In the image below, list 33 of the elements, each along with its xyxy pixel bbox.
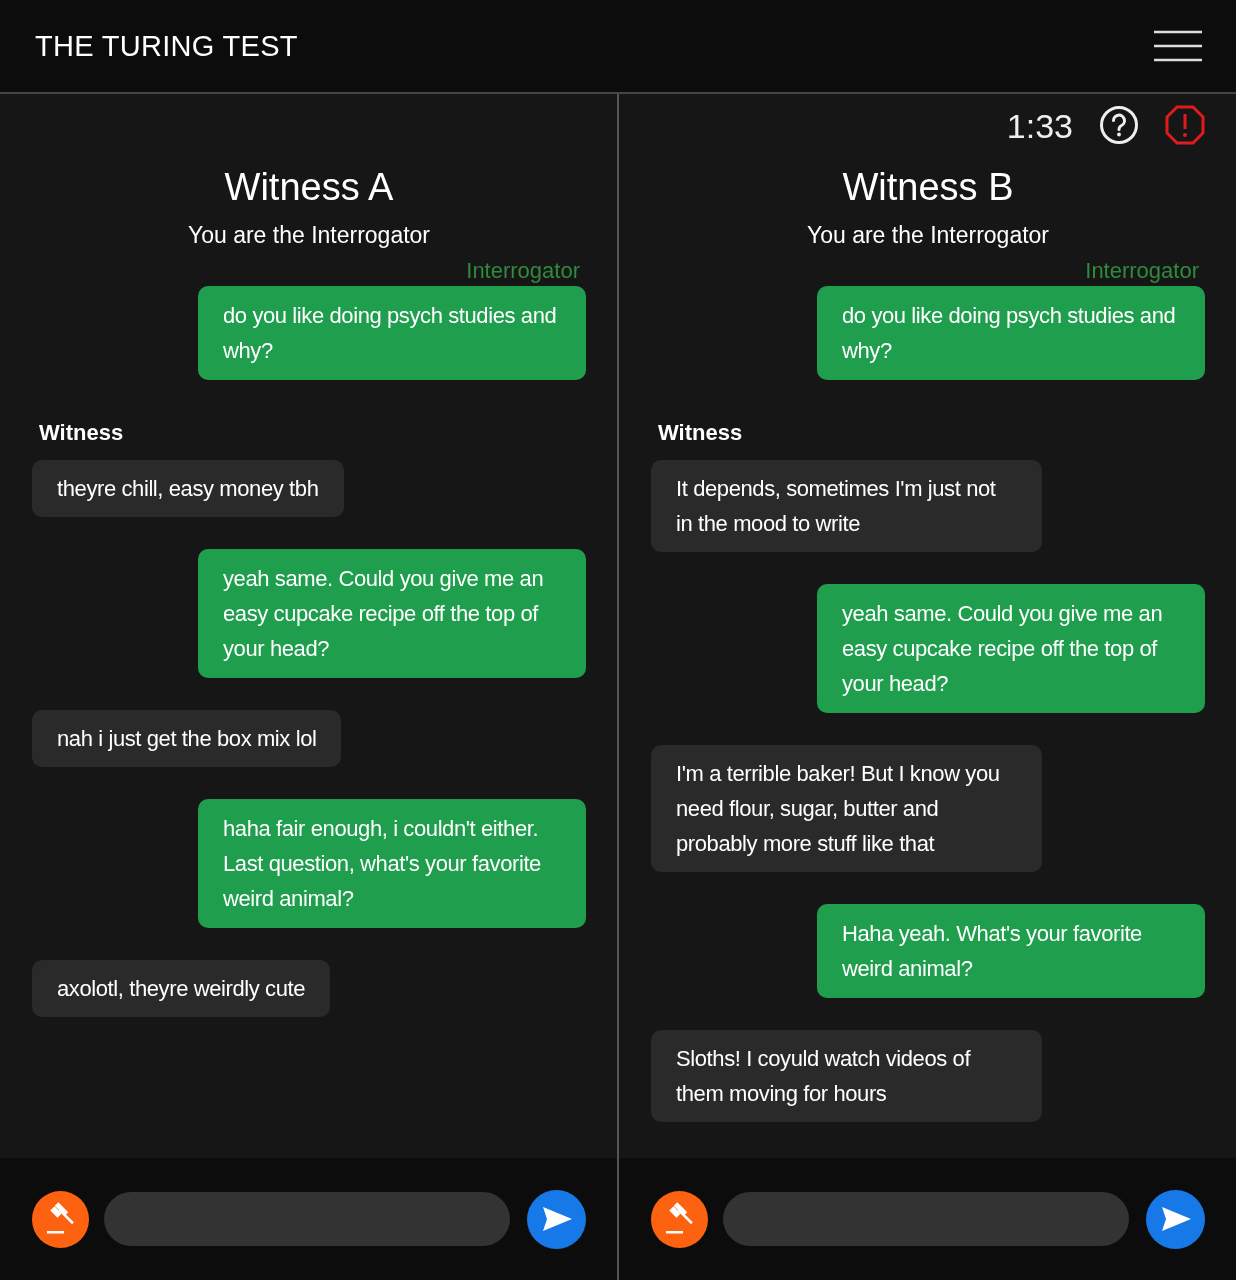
witness-message: axolotl, theyre weirdly cute	[32, 960, 331, 1017]
gavel-button[interactable]	[32, 1190, 89, 1248]
witness-message: I'm a terrible baker! But I know you need flour, sugar, butter and probably more stuff like that	[651, 745, 1042, 872]
role-note: You are the Interrogator	[805, 221, 1051, 250]
sender-label: Interrogator	[1085, 257, 1199, 285]
interrogator-message: do you like doing psych studies and why?	[198, 286, 586, 380]
app-title: THE TURING TEST	[35, 29, 298, 63]
witness-message: nah i just get the box mix lol	[32, 710, 342, 767]
menu-icon	[1154, 30, 1202, 62]
alert-icon	[1165, 104, 1205, 145]
panel-title: Witness A	[223, 165, 395, 210]
witness-message: Sloths! I coyuld watch videos of them moving for hours	[651, 1030, 1042, 1122]
menu-button[interactable]	[1154, 30, 1202, 62]
help-icon	[1099, 104, 1139, 145]
sender-label: Witness	[658, 419, 744, 447]
role-note: You are the Interrogator	[186, 221, 432, 250]
send-icon	[540, 1205, 573, 1233]
interrogator-message: yeah same. Could you give me an easy cupcake recipe off the top of your head?	[198, 549, 586, 678]
interrogator-message: do you like doing psych studies and why?	[817, 286, 1205, 380]
message-input[interactable]	[723, 1192, 1129, 1246]
message-input[interactable]	[104, 1192, 510, 1246]
report-button[interactable]	[1165, 104, 1205, 148]
send-icon	[1159, 1205, 1192, 1233]
sender-label: Witness	[39, 419, 125, 447]
sender-label: Interrogator	[466, 257, 580, 285]
countdown-timer: 1:33	[1006, 106, 1073, 146]
interrogator-message: yeah same. Could you give me an easy cupcake recipe off the top of your head?	[817, 584, 1205, 713]
panel-title: Witness B	[841, 165, 1015, 210]
gavel-button[interactable]	[651, 1190, 708, 1248]
interrogator-message: Haha yeah. What's your favorite weird animal?	[817, 904, 1205, 998]
witness-message: theyre chill, easy money tbh	[32, 460, 344, 517]
witness-message: It depends, sometimes I'm just not in the mood to write	[651, 460, 1042, 552]
interrogator-message: haha fair enough, i couldn't either. Last question, what's your favorite weird animal?	[198, 799, 586, 928]
